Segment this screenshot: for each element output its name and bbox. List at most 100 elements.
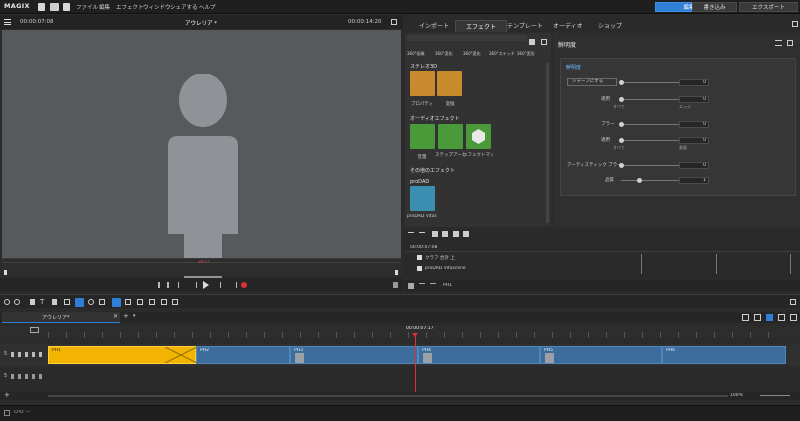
link-icon[interactable] (88, 299, 94, 305)
menu-window[interactable]: ウィンドウ (143, 3, 171, 11)
close-tab-icon[interactable]: ✕ (113, 313, 118, 320)
add-tab-icon[interactable]: + (123, 312, 129, 320)
track-settings-icon[interactable] (30, 327, 39, 333)
tab-shop[interactable]: ショップ (588, 20, 632, 32)
kf-delete-icon[interactable] (442, 231, 448, 237)
blur-apply-value[interactable]: 0 (679, 137, 709, 144)
kf-paste-icon[interactable] (463, 231, 469, 237)
menu-effects[interactable]: エフェクト (116, 3, 144, 11)
video-preview[interactable] (2, 30, 401, 280)
volume-sliders-icon[interactable] (410, 124, 435, 149)
menu-share[interactable]: シェアする (170, 3, 198, 11)
record-icon[interactable] (241, 282, 247, 288)
scrubber-end-handle[interactable] (395, 270, 398, 275)
effects-scrollbar[interactable] (546, 63, 549, 223)
zoom-tool-icon[interactable] (172, 299, 178, 305)
fx-360-change-a[interactable]: 360°変化 (435, 51, 459, 57)
kf-copy-icon[interactable] (453, 231, 459, 237)
timeline-scrollbar[interactable] (48, 395, 728, 397)
section-audio-effects[interactable]: オーディオエフェクト (410, 115, 460, 122)
kf-add-icon[interactable] (432, 231, 438, 237)
quality-value[interactable]: 1 (679, 177, 709, 184)
prev-marker-icon[interactable] (178, 282, 185, 288)
stretch-icon[interactable] (149, 299, 155, 305)
section-other-effects[interactable]: その他のエフェクト (410, 167, 455, 174)
blur-slider[interactable] (619, 122, 624, 127)
quality-slider[interactable] (637, 178, 642, 183)
playhead-marker-icon[interactable] (412, 333, 418, 337)
next-frame-icon[interactable] (190, 282, 197, 288)
hexagon-map-icon[interactable] (466, 124, 491, 149)
tab-audio[interactable]: オーディオ (543, 20, 593, 32)
kf-next-icon[interactable] (419, 232, 425, 237)
timeline-tab-project[interactable]: アウレリア* (2, 312, 120, 323)
menu-edit[interactable]: 編集 (99, 3, 110, 11)
group-icon[interactable] (99, 299, 105, 305)
sharpen-value[interactable]: 0 (679, 79, 709, 86)
fx-360-change-b[interactable]: 360°変化 (463, 51, 487, 57)
fx-360-transform[interactable]: 360°変形 (517, 51, 547, 57)
tab-bar-maximize-icon[interactable] (792, 21, 798, 27)
kf-home-icon[interactable] (408, 283, 414, 289)
fx-360-stitch[interactable]: 360°ステッチ (489, 51, 517, 57)
sharpness-section-header[interactable]: 鮮明度 (566, 64, 581, 71)
timeline-clip-ph6[interactable]: PH6 (662, 346, 786, 364)
jump-end-icon[interactable] (230, 282, 237, 288)
section-prodad[interactable]: proDAD (410, 179, 429, 185)
timeline-ruler[interactable]: 00:00:07:17 (0, 326, 800, 338)
undo-icon[interactable] (4, 299, 10, 305)
blur-apply-slider[interactable] (619, 138, 624, 143)
collapse-icon[interactable] (541, 39, 547, 45)
fx-360-image[interactable]: 360°画像 (407, 51, 431, 57)
puzzle-piece-icon[interactable] (410, 186, 435, 211)
timeline-clip-ph3[interactable]: PH3 (290, 346, 418, 364)
timeline-clip-ph1[interactable]: PH1 (48, 346, 197, 364)
hamburger-icon[interactable] (4, 19, 11, 25)
delete-icon[interactable] (30, 299, 35, 305)
add-track-icon[interactable]: + (4, 391, 10, 399)
view-mixer-icon[interactable] (778, 314, 785, 321)
new-file-icon[interactable] (38, 3, 45, 11)
jump-start-icon[interactable] (220, 282, 227, 288)
view-scene-icon[interactable] (754, 314, 761, 321)
artistic-blur-slider[interactable] (619, 163, 624, 168)
kf-row2-checkbox[interactable] (417, 266, 422, 271)
tab-dropdown-icon[interactable]: ▾ (133, 313, 136, 319)
kf-back-icon[interactable] (419, 283, 425, 289)
razor-icon[interactable] (161, 299, 167, 305)
view-timeline-icon[interactable] (766, 314, 773, 321)
menu-help[interactable]: ヘルプ (199, 3, 216, 11)
menu-file[interactable]: ファイル (76, 3, 98, 11)
stereo-convert-icon[interactable] (437, 71, 462, 96)
sharpen-slider[interactable] (619, 80, 624, 85)
timeline-clip-ph4[interactable]: PH4 (418, 346, 540, 364)
magnet-icon[interactable] (75, 298, 84, 307)
mark-out-icon[interactable] (167, 282, 169, 288)
ripple-icon[interactable] (125, 299, 131, 305)
play-icon[interactable] (203, 281, 209, 289)
view-panel-icon[interactable] (790, 314, 797, 321)
sharpen-apply-slider[interactable] (619, 97, 624, 102)
mark-in-icon[interactable] (158, 282, 160, 288)
zoom-level[interactable]: 100% (730, 393, 743, 398)
timeline-clip-ph2[interactable]: PH2 (196, 346, 290, 364)
save-icon[interactable] (63, 3, 70, 11)
pointer-icon[interactable] (112, 298, 121, 307)
mode-export-button[interactable]: エクスポート (739, 2, 798, 12)
timeline-clip-ph5[interactable]: PH5 (540, 346, 662, 364)
text-tool-icon[interactable]: T (40, 298, 44, 306)
zoom-slider[interactable] (760, 395, 790, 396)
grid-view-icon[interactable] (529, 39, 535, 45)
kf-prev-icon[interactable] (408, 232, 414, 237)
artistic-blur-value[interactable]: 0 (679, 162, 709, 169)
properties-menu-icon[interactable] (775, 40, 782, 46)
mode-burn-button[interactable]: 書き込み (692, 2, 737, 12)
preview-scrubber[interactable]: 2617 (2, 258, 401, 276)
transport-menu-icon[interactable] (393, 282, 398, 288)
track2-controls[interactable] (11, 374, 43, 379)
track1-controls[interactable] (11, 352, 43, 357)
section-stereo3d[interactable]: ステレオ3D (410, 63, 437, 70)
open-folder-icon[interactable] (50, 3, 59, 11)
scrubber-start-handle[interactable] (4, 270, 7, 275)
blur-value[interactable]: 0 (679, 121, 709, 128)
